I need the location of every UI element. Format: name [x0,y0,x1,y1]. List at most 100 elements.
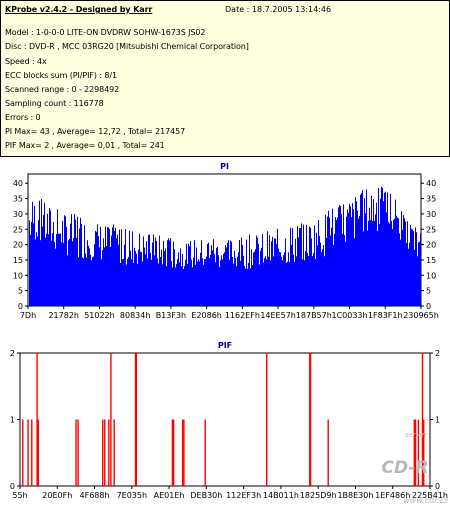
pif-spike [183,419,185,486]
pi-bar [353,209,354,306]
pi-bar [122,259,123,306]
pi-bar [416,232,417,306]
pi-bar [119,229,120,306]
pi-bar [72,241,73,306]
pi-bar [306,224,307,306]
pi-bar [380,198,381,306]
pi-bar [331,227,332,306]
pi-bar [283,255,284,306]
pi-xtick-label: 1F83F1h [368,311,403,320]
pi-ytick-label-right: 20 [426,241,436,250]
pi-bar [174,249,175,306]
pif-ytick-label-left: 1 [10,416,15,425]
pi-bar [167,240,168,306]
pi-ytick-label-left: 5 [18,287,23,296]
pi-bar [204,259,205,306]
pi-xtick-label: 1C0033h [331,311,367,320]
pi-bar [143,236,144,306]
pif-spike [104,419,106,486]
pi-bar [299,228,300,306]
pi-bar [159,235,160,306]
pi-bar [419,241,420,306]
pi-bar [162,264,163,306]
pi-bar [93,256,94,306]
pi-bar [48,234,49,306]
pi-bar [411,228,412,306]
watermark-site: www.cdr.cz [403,496,449,505]
pi-bar [394,218,395,306]
pif-spike [108,419,110,486]
pi-chart: PI 0 0 5 5 10 10 15 15 20 20 25 25 30 30 35 35 40 40 7Dh 217… [0,162,450,340]
pi-chart-svg: PI 0 0 5 5 10 10 15 15 20 20 25 25 30 30 35 35 40 40 7Dh 217… [13,162,439,320]
pi-bar [163,240,164,306]
pif-spike [77,419,79,486]
pif-xtick-label: DEB30h [190,491,222,500]
pi-bar [170,238,171,306]
pi-bar [245,268,246,306]
pi-bar [355,197,356,306]
pi-bar [223,253,224,306]
pi-bar [368,220,369,306]
pi-bar [398,218,399,306]
pi-bar [274,238,275,306]
pif-xtick-label: 112EF3h [226,491,261,500]
pi-bar [74,214,75,306]
pi-bar [379,224,380,306]
pi-bar [120,262,121,306]
pi-bar [414,249,415,306]
date-value: 18.7.2005 13:14:46 [251,5,332,14]
pi-bar [206,256,207,306]
pif-xtick-label: 7E035h [117,491,147,500]
pi-bar [215,262,216,306]
pi-bar [132,231,133,306]
pi-bar [365,213,366,306]
pi-bar [417,256,418,306]
pi-bar [281,256,282,306]
pi-bar [372,221,373,306]
pi-bar [67,255,68,306]
pi-bar [415,227,416,306]
pi-bar [75,219,76,306]
pi-bar [381,186,382,306]
pi-bar [86,257,87,306]
pi-ytick-label-left: 40 [13,179,23,188]
pi-bar [161,249,162,306]
pi-bar [213,239,214,306]
pi-bar [173,241,174,306]
pi-bar [31,221,32,306]
pi-bar [309,226,310,306]
pi-bar [156,240,157,306]
pi-ytick-label-left: 25 [13,225,23,234]
pi-bar [139,233,140,306]
pi-bar [29,220,30,306]
pi-bar [79,228,80,306]
pi-bar [198,259,199,306]
pi-bar [339,204,340,306]
pi-ytick-label-left: 0 [18,302,23,311]
pi-bar [266,259,267,306]
pi-bar [189,246,190,306]
pi-bar [405,221,406,306]
pif-spike [36,353,38,486]
pi-bar [298,237,299,306]
pi-ytick-label-left: 15 [13,256,23,265]
pi-bar [151,259,152,306]
pi-bar [196,247,197,306]
pi-xtick-label: 51022h [84,311,115,320]
pif-spike [135,353,138,486]
pi-bar [259,264,260,306]
pi-xtick-label: 21782h [48,311,79,320]
pi-bar [326,237,327,306]
pi-bar [57,209,58,306]
pi-bar [183,269,184,306]
pi-bar [374,220,375,306]
pi-bar [412,229,413,306]
pi-bar [51,240,52,306]
pi-bar [265,256,266,306]
pi-bar [165,248,166,306]
pi-bar [404,218,405,306]
pi-bar [53,222,54,306]
pi-bar [124,244,125,306]
pi-bar [176,264,177,306]
pi-ytick-label-right: 15 [426,256,436,265]
